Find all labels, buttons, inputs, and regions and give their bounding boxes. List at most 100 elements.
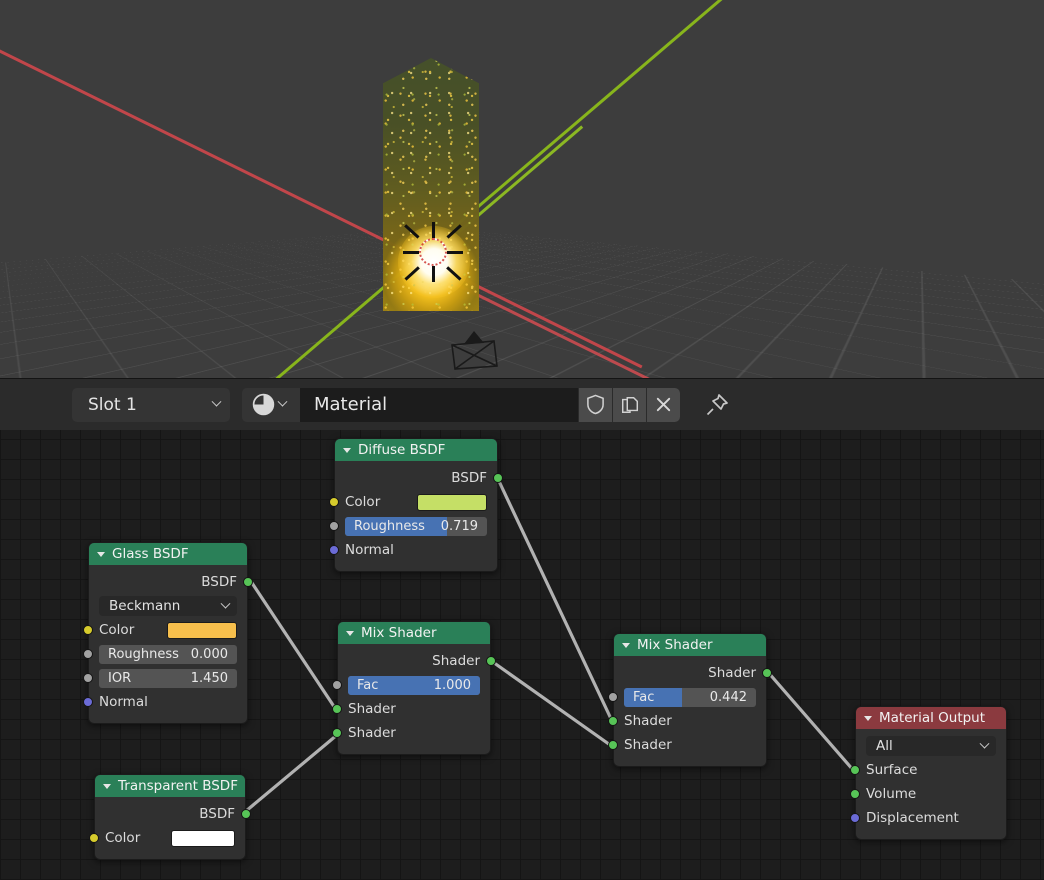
socket-in-roughness[interactable] — [329, 521, 339, 531]
socket-in-color[interactable] — [83, 625, 93, 635]
node-body-mix1: Shader Fac 1.000 Shader Shader — [332, 644, 496, 754]
output-label-shader: Shader — [432, 653, 480, 669]
socket-in-color[interactable] — [89, 833, 99, 843]
3d-cursor[interactable] — [403, 222, 463, 282]
input-row-surface: Surface — [850, 758, 1006, 782]
target-value: All — [876, 738, 893, 754]
input-label-color: Color — [345, 494, 381, 510]
node-header-transparent[interactable]: Transparent BSDF — [95, 775, 245, 797]
camera-object[interactable] — [442, 326, 504, 374]
color-swatch-transparent[interactable] — [171, 829, 235, 847]
output-row-bsdf: BSDF — [95, 802, 251, 826]
color-swatch-diffuse[interactable] — [417, 493, 487, 511]
socket-out-shader[interactable] — [486, 656, 496, 666]
socket-out-bsdf[interactable] — [493, 473, 503, 483]
shader-node-editor[interactable]: Diffuse BSDF BSDF Color Roughness 0.719 … — [0, 430, 1044, 880]
node-header-glass[interactable]: Glass BSDF — [89, 543, 247, 565]
node-glass-bsdf[interactable]: Glass BSDF BSDF Beckmann Color Roughness… — [83, 542, 253, 724]
node-title-diffuse: Diffuse BSDF — [358, 442, 446, 458]
3d-viewport[interactable] — [0, 0, 1044, 378]
output-row-bsdf: BSDF — [89, 570, 253, 594]
chevron-down-icon — [211, 396, 222, 407]
input-label-shader-b: Shader — [348, 725, 396, 741]
node-header-mix2[interactable]: Mix Shader — [614, 634, 766, 656]
slider-label: Roughness — [354, 518, 425, 534]
link-glass-to-mix1 — [248, 578, 339, 713]
node-title-transparent: Transparent BSDF — [118, 778, 238, 794]
collapse-triangle-icon[interactable] — [97, 551, 105, 557]
socket-in-shader-a[interactable] — [608, 716, 618, 726]
node-title-output: Material Output — [879, 710, 986, 726]
socket-in-displacement[interactable] — [850, 813, 860, 823]
slider-roughness-diffuse[interactable]: Roughness 0.719 — [345, 516, 487, 536]
input-row-fac: Fac 1.000 — [332, 673, 490, 697]
input-label-shader-a: Shader — [624, 713, 672, 729]
node-body-mix2: Shader Fac 0.442 Shader Shader — [608, 656, 772, 766]
input-label-shader-a: Shader — [348, 701, 396, 717]
slider-roughness-glass[interactable]: Roughness 0.000 — [99, 644, 237, 664]
input-label-normal: Normal — [345, 542, 394, 558]
material-header-bar: Slot 1 Material — [0, 378, 1044, 430]
output-row-shader: Shader — [614, 661, 772, 685]
node-header-diffuse[interactable]: Diffuse BSDF — [335, 439, 497, 461]
node-transparent-bsdf[interactable]: Transparent BSDF BSDF Color — [89, 774, 251, 860]
material-id-block: Material — [242, 387, 680, 422]
socket-in-shader-b[interactable] — [332, 728, 342, 738]
socket-in-normal[interactable] — [329, 545, 339, 555]
new-material-button[interactable] — [612, 387, 646, 422]
chevron-down-icon — [220, 598, 231, 609]
collapse-triangle-icon[interactable] — [343, 447, 351, 453]
socket-in-surface[interactable] — [850, 765, 860, 775]
slider-fac-mix1[interactable]: Fac 1.000 — [348, 675, 480, 695]
socket-in-fac[interactable] — [332, 680, 342, 690]
pin-icon — [706, 393, 728, 415]
material-name-value: Material — [314, 394, 388, 415]
input-row-shader-b: Shader — [332, 721, 490, 745]
slider-fac-mix2[interactable]: Fac 0.442 — [624, 687, 756, 707]
unlink-material-button[interactable] — [646, 387, 680, 422]
target-row: All — [856, 734, 1006, 758]
cursor-tick-e — [447, 251, 463, 254]
node-material-output[interactable]: Material Output All Surface Volume Displ… — [850, 706, 1007, 840]
viewport-grid — [0, 75, 1044, 378]
input-row-roughness: Roughness 0.719 — [329, 514, 497, 538]
socket-in-fac[interactable] — [608, 692, 618, 702]
socket-in-color[interactable] — [329, 497, 339, 507]
node-diffuse-bsdf[interactable]: Diffuse BSDF BSDF Color Roughness 0.719 … — [329, 438, 503, 572]
socket-in-volume[interactable] — [850, 789, 860, 799]
material-browse-button[interactable] — [242, 387, 300, 422]
material-name-field[interactable]: Material — [300, 387, 578, 422]
node-mix-shader-1[interactable]: Mix Shader Shader Fac 1.000 Shader Shade… — [332, 621, 496, 755]
socket-in-ior[interactable] — [83, 673, 93, 683]
output-label-shader: Shader — [708, 665, 756, 681]
node-body-diffuse: BSDF Color Roughness 0.719 Normal — [329, 461, 503, 571]
fake-user-button[interactable] — [578, 387, 612, 422]
slider-ior-glass[interactable]: IOR 1.450 — [99, 668, 237, 688]
socket-out-shader[interactable] — [762, 668, 772, 678]
socket-in-roughness[interactable] — [83, 649, 93, 659]
socket-in-shader-b[interactable] — [608, 740, 618, 750]
distribution-dropdown[interactable]: Beckmann — [99, 596, 237, 616]
socket-in-normal[interactable] — [83, 697, 93, 707]
collapse-triangle-icon[interactable] — [103, 783, 111, 789]
socket-out-bsdf[interactable] — [243, 577, 253, 587]
input-label-surface: Surface — [866, 762, 918, 778]
node-header-output[interactable]: Material Output — [856, 707, 1006, 729]
material-sphere-icon — [252, 393, 275, 416]
collapse-triangle-icon[interactable] — [346, 630, 354, 636]
collapse-triangle-icon[interactable] — [622, 642, 630, 648]
output-label-bsdf: BSDF — [201, 574, 237, 590]
color-swatch-glass[interactable] — [167, 621, 237, 639]
socket-out-bsdf[interactable] — [241, 809, 251, 819]
node-mix-shader-2[interactable]: Mix Shader Shader Fac 0.442 Shader Shade… — [608, 633, 772, 767]
node-header-mix1[interactable]: Mix Shader — [338, 622, 490, 644]
socket-in-shader-a[interactable] — [332, 704, 342, 714]
input-row-color: Color — [329, 490, 497, 514]
node-body-transparent: BSDF Color — [89, 797, 251, 859]
pin-button[interactable] — [702, 390, 732, 420]
target-dropdown[interactable]: All — [866, 736, 996, 756]
slider-label: Fac — [357, 677, 379, 693]
collapse-triangle-icon[interactable] — [864, 715, 872, 721]
input-row-shader-a: Shader — [332, 697, 490, 721]
material-slot-dropdown[interactable]: Slot 1 — [72, 387, 230, 422]
